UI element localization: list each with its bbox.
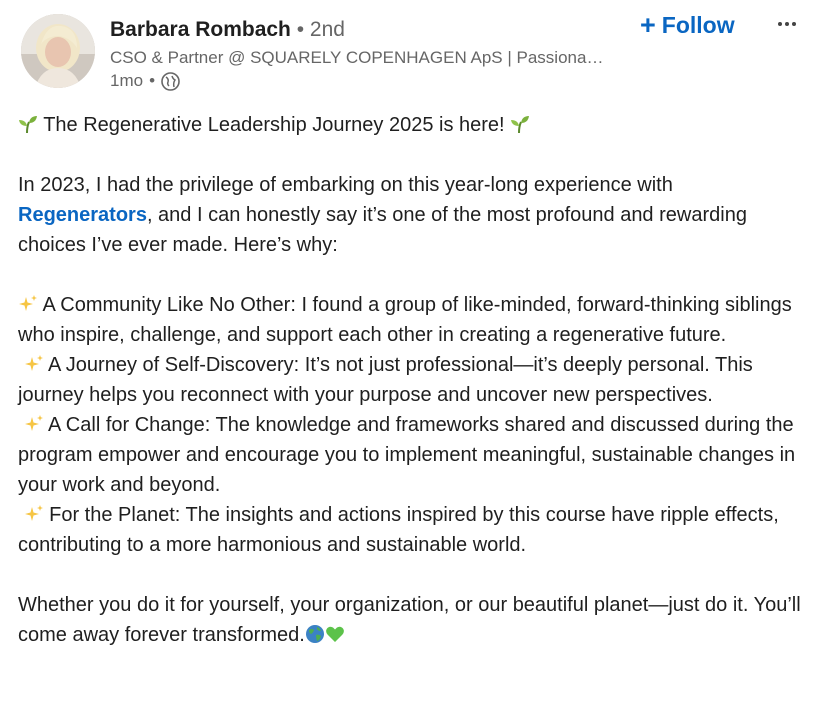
point-self-discovery: A Journey of Self-Discovery: It’s not ju… [18,350,808,410]
follow-button[interactable]: + Follow [640,10,735,40]
point-community-text: A Community Like No Other: I found a gro… [18,294,792,346]
point-change: A Call for Change: The knowledge and fra… [18,410,808,500]
sparkles-icon [24,413,44,433]
post-closing: Whether you do it for yourself, your org… [18,590,808,650]
post-body: The Regenerative Leadership Journey 2025… [18,110,808,650]
author-line: Barbara Rombach • 2nd [110,17,345,43]
seedling-icon [18,113,38,134]
author-headline: CSO & Partner @ SQUARELY COPENHAGEN ApS … [110,48,604,67]
point-planet-text: For the Planet: The insights and actions… [18,504,779,556]
sparkles-icon [24,353,44,373]
intro-text: In 2023, I had the privilege of embarkin… [18,174,673,196]
globe-icon [161,71,180,91]
avatar-image [21,14,95,88]
point-self-discovery-text: A Journey of Self-Discovery: It’s not ju… [18,354,753,406]
post-title: The Regenerative Leadership Journey 2025… [38,114,511,136]
sparkles-icon [18,293,38,313]
post-meta: 1mo • [110,70,180,92]
point-community: A Community Like No Other: I found a gro… [18,290,808,350]
post-intro: In 2023, I had the privilege of embarkin… [18,170,808,260]
more-options-icon[interactable] [770,12,804,36]
post-title-line: The Regenerative Leadership Journey 2025… [18,110,808,140]
globe-earth-icon [305,623,325,643]
connection-degree: • 2nd [296,18,345,41]
post-header: Barbara Rombach • 2nd CSO & Partner @ SQ… [0,0,822,100]
author-name[interactable]: Barbara Rombach [110,18,291,41]
avatar[interactable] [21,14,95,88]
post-time: 1mo [110,71,144,90]
follow-label: Follow [661,11,735,38]
seedling-icon [510,113,530,134]
regenerators-link[interactable]: Regenerators [18,204,147,226]
plus-icon: + [640,10,656,40]
meta-separator: • [149,71,156,90]
sparkles-icon [24,503,44,523]
closing-text: Whether you do it for yourself, your org… [18,594,801,646]
green-heart-icon [325,623,345,643]
point-change-text: A Call for Change: The knowledge and fra… [18,414,796,496]
point-planet: For the Planet: The insights and actions… [18,500,808,560]
